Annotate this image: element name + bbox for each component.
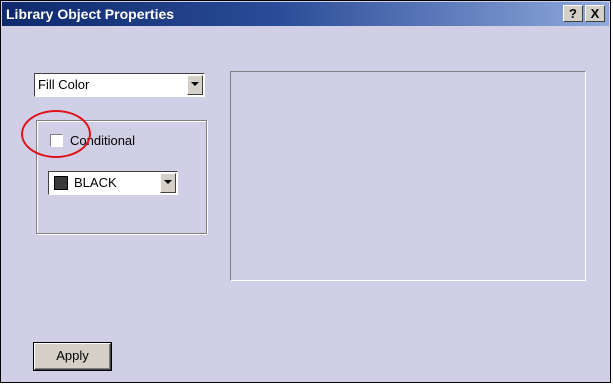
close-button[interactable]: X: [585, 5, 605, 22]
help-icon: ?: [569, 6, 577, 21]
property-dropdown-value: Fill Color: [38, 77, 90, 92]
preview-panel: [230, 71, 586, 281]
apply-button[interactable]: Apply: [34, 343, 111, 370]
chevron-down-icon[interactable]: [187, 75, 203, 95]
help-button[interactable]: ?: [563, 5, 583, 22]
color-dropdown[interactable]: BLACK: [48, 171, 178, 195]
conditional-label[interactable]: Conditional: [70, 133, 135, 148]
color-swatch: [54, 176, 68, 190]
apply-button-label: Apply: [56, 348, 89, 363]
close-icon: X: [590, 6, 600, 21]
apply-button-frame: Apply: [33, 342, 112, 371]
title-bar[interactable]: Library Object Properties ? X: [2, 2, 609, 26]
dialog-title: Library Object Properties: [6, 6, 175, 22]
chevron-down-icon[interactable]: [160, 173, 176, 193]
color-dropdown-value: BLACK: [74, 175, 117, 190]
property-dropdown[interactable]: Fill Color: [34, 73, 205, 97]
library-object-properties-dialog: Library Object Properties ? X Fill Color…: [0, 0, 611, 383]
conditional-checkbox[interactable]: [50, 134, 63, 147]
